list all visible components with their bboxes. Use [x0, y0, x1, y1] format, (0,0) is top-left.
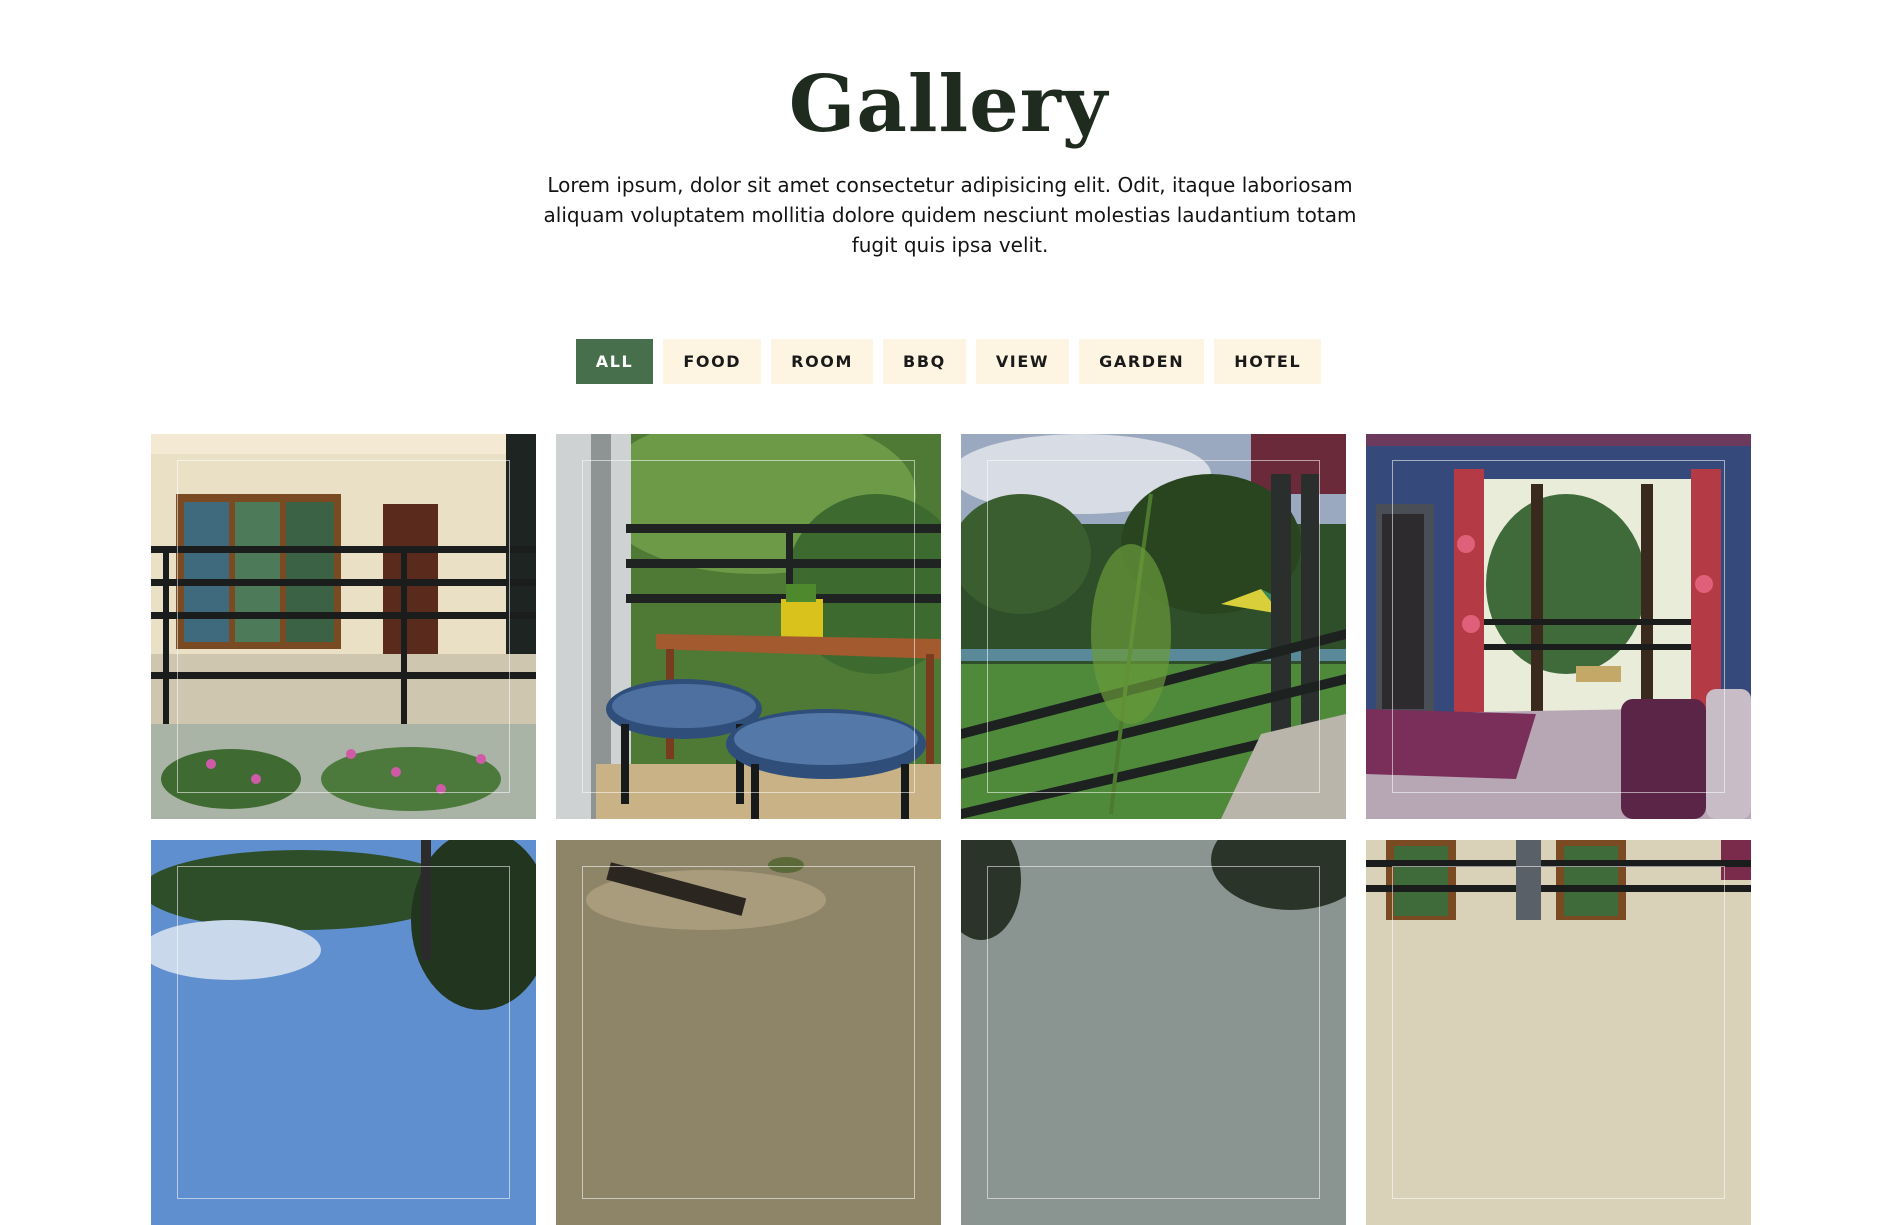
filter-hotel-button[interactable]: HOTEL [1214, 339, 1322, 384]
gallery-photo[interactable] [556, 434, 941, 819]
filter-bar: ALL FOOD ROOM BBQ VIEW GARDEN HOTEL [0, 339, 1897, 384]
gallery-photo[interactable] [1366, 434, 1751, 819]
page-title: Gallery [788, 59, 1109, 150]
trees-sky-photo [151, 840, 536, 1225]
gallery-photo[interactable] [151, 434, 536, 819]
gallery-photo[interactable] [961, 434, 1346, 819]
filter-bbq-button[interactable]: BBQ [883, 339, 966, 384]
filter-view-button[interactable]: VIEW [975, 339, 1070, 384]
gallery-photo[interactable] [556, 840, 941, 1225]
evening-landscape-photo [961, 840, 1346, 1225]
gallery-photo[interactable] [961, 840, 1346, 1225]
balcony-railing-photo [151, 434, 536, 819]
bbq-grill-photo [556, 840, 941, 1225]
hotel-exterior-photo [1366, 840, 1751, 1225]
gallery-grid [151, 434, 1752, 1225]
gallery-description: Lorem ipsum, dolor sit amet consectetur … [543, 173, 1357, 257]
bedroom-photo [1366, 434, 1751, 819]
filter-room-button[interactable]: ROOM [771, 339, 874, 384]
filter-all-button[interactable]: ALL [575, 339, 654, 384]
gallery-photo[interactable] [1366, 840, 1751, 1225]
garden-view-photo [961, 434, 1346, 819]
filter-garden-button[interactable]: GARDEN [1079, 339, 1205, 384]
gallery-photo[interactable] [151, 840, 536, 1225]
balcony-stools-photo [556, 434, 941, 819]
filter-food-button[interactable]: FOOD [663, 339, 762, 384]
